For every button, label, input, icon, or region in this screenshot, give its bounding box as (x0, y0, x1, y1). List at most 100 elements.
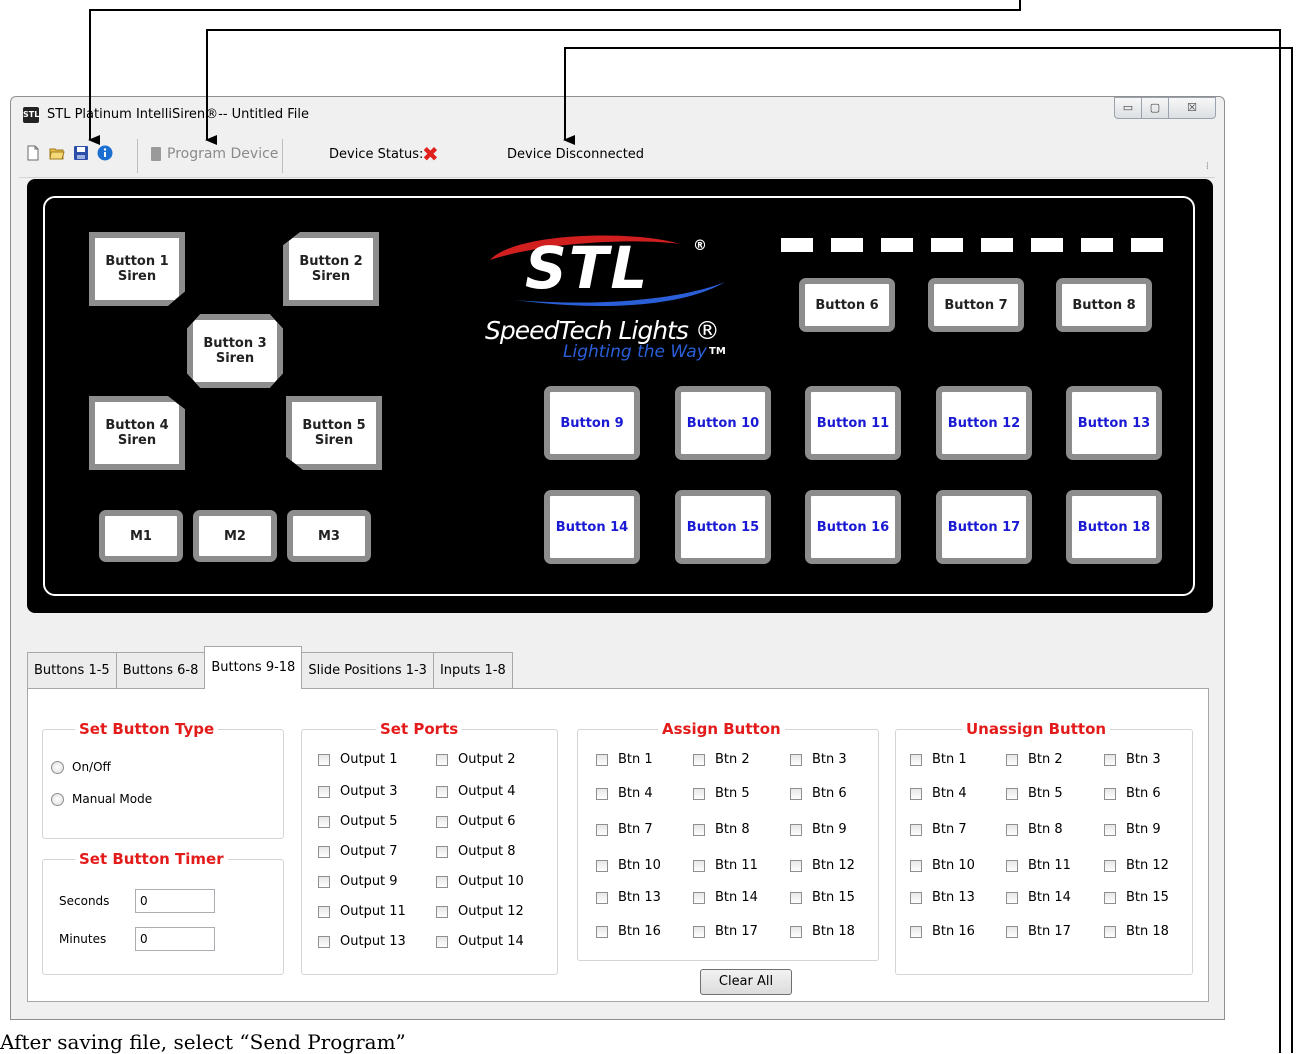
unassign-checkbox-item[interactable]: Btn 17 (1006, 924, 1071, 939)
assign-checkbox-item[interactable]: Btn 17 (693, 924, 758, 939)
device-button-12[interactable]: Button 12 (936, 386, 1032, 460)
unassign-checkbox-item[interactable]: Btn 15 (1104, 890, 1169, 905)
save-icon[interactable] (73, 145, 89, 161)
assign-checkbox-item[interactable]: Btn 18 (790, 924, 855, 939)
unassign-checkbox-item[interactable]: Btn 13 (910, 890, 975, 905)
unassign-checkbox-item[interactable]: Btn 5 (1006, 786, 1063, 801)
output-checkbox-item[interactable]: Output 11 (318, 904, 406, 919)
assign-checkbox-item[interactable]: Btn 3 (790, 752, 847, 767)
checkbox[interactable] (1104, 925, 1116, 938)
device-button-5[interactable]: Button 5 Siren (286, 396, 382, 470)
checkbox[interactable] (318, 785, 330, 798)
unassign-checkbox-item[interactable]: Btn 10 (910, 858, 975, 873)
checkbox[interactable] (1006, 753, 1018, 766)
assign-checkbox-item[interactable]: Btn 5 (693, 786, 750, 801)
unassign-checkbox-item[interactable]: Btn 16 (910, 924, 975, 939)
device-button-11[interactable]: Button 11 (805, 386, 901, 460)
checkbox[interactable] (693, 753, 705, 766)
info-icon[interactable] (97, 145, 113, 161)
output-checkbox-item[interactable]: Output 7 (318, 844, 398, 859)
checkbox[interactable] (910, 925, 922, 938)
unassign-checkbox-item[interactable]: Btn 14 (1006, 890, 1071, 905)
checkbox[interactable] (910, 891, 922, 904)
device-button-7[interactable]: Button 7 (928, 278, 1024, 332)
radio-on-off[interactable]: On/Off (51, 760, 111, 774)
unassign-checkbox-item[interactable]: Btn 8 (1006, 822, 1063, 837)
assign-checkbox-item[interactable]: Btn 11 (693, 858, 758, 873)
checkbox[interactable] (1104, 787, 1116, 800)
checkbox[interactable] (318, 753, 330, 766)
device-button-3[interactable]: Button 3 Siren (187, 314, 283, 388)
assign-checkbox-item[interactable]: Btn 2 (693, 752, 750, 767)
checkbox[interactable] (910, 753, 922, 766)
device-button-4[interactable]: Button 4 Siren (89, 396, 185, 470)
tab-buttons-1-5[interactable]: Buttons 1-5 (27, 652, 117, 689)
tab-slide-positions[interactable]: Slide Positions 1-3 (301, 652, 434, 689)
checkbox[interactable] (436, 905, 448, 918)
assign-checkbox-item[interactable]: Btn 10 (596, 858, 661, 873)
unassign-checkbox-item[interactable]: Btn 4 (910, 786, 967, 801)
output-checkbox-item[interactable]: Output 13 (318, 934, 406, 949)
checkbox[interactable] (910, 787, 922, 800)
unassign-checkbox-item[interactable]: Btn 12 (1104, 858, 1169, 873)
output-checkbox-item[interactable]: Output 8 (436, 844, 516, 859)
output-checkbox-item[interactable]: Output 14 (436, 934, 524, 949)
checkbox[interactable] (693, 823, 705, 836)
output-checkbox-item[interactable]: Output 5 (318, 814, 398, 829)
checkbox[interactable] (790, 925, 802, 938)
output-checkbox-item[interactable]: Output 2 (436, 752, 516, 767)
checkbox[interactable] (1006, 891, 1018, 904)
checkbox[interactable] (693, 787, 705, 800)
assign-checkbox-item[interactable]: Btn 12 (790, 858, 855, 873)
assign-checkbox-item[interactable]: Btn 13 (596, 890, 661, 905)
device-button-16[interactable]: Button 16 (805, 490, 901, 564)
assign-checkbox-item[interactable]: Btn 8 (693, 822, 750, 837)
checkbox[interactable] (318, 845, 330, 858)
output-checkbox-item[interactable]: Output 10 (436, 874, 524, 889)
device-button-14[interactable]: Button 14 (544, 490, 640, 564)
checkbox[interactable] (436, 875, 448, 888)
checkbox[interactable] (596, 859, 608, 872)
assign-checkbox-item[interactable]: Btn 16 (596, 924, 661, 939)
unassign-checkbox-item[interactable]: Btn 18 (1104, 924, 1169, 939)
checkbox[interactable] (436, 785, 448, 798)
unassign-checkbox-item[interactable]: Btn 9 (1104, 822, 1161, 837)
checkbox[interactable] (910, 823, 922, 836)
checkbox[interactable] (1006, 787, 1018, 800)
checkbox[interactable] (790, 823, 802, 836)
new-file-icon[interactable] (25, 145, 41, 161)
device-button-6[interactable]: Button 6 (799, 278, 895, 332)
checkbox[interactable] (790, 859, 802, 872)
clear-all-button[interactable]: Clear All (700, 969, 792, 995)
checkbox[interactable] (318, 815, 330, 828)
mode-button-m2[interactable]: M2 (193, 510, 277, 562)
checkbox[interactable] (910, 859, 922, 872)
device-button-1[interactable]: Button 1 Siren (89, 232, 185, 306)
maximize-button[interactable]: ▢ (1141, 97, 1169, 119)
checkbox[interactable] (436, 753, 448, 766)
output-checkbox-item[interactable]: Output 1 (318, 752, 398, 767)
output-checkbox-item[interactable]: Output 4 (436, 784, 516, 799)
tab-buttons-6-8[interactable]: Buttons 6-8 (115, 652, 206, 689)
radio-circle[interactable] (51, 792, 64, 806)
checkbox[interactable] (790, 891, 802, 904)
unassign-checkbox-item[interactable]: Btn 3 (1104, 752, 1161, 767)
assign-checkbox-item[interactable]: Btn 9 (790, 822, 847, 837)
checkbox[interactable] (596, 787, 608, 800)
device-button-10[interactable]: Button 10 (675, 386, 771, 460)
device-button-9[interactable]: Button 9 (544, 386, 640, 460)
minimize-button[interactable]: ▭ (1114, 97, 1142, 119)
device-button-13[interactable]: Button 13 (1066, 386, 1162, 460)
unassign-checkbox-item[interactable]: Btn 6 (1104, 786, 1161, 801)
device-button-17[interactable]: Button 17 (936, 490, 1032, 564)
close-button[interactable]: ☒ (1168, 97, 1216, 119)
checkbox[interactable] (790, 787, 802, 800)
radio-manual-mode[interactable]: Manual Mode (51, 792, 152, 806)
checkbox[interactable] (1006, 859, 1018, 872)
radio-circle[interactable] (51, 760, 64, 774)
program-device-button[interactable]: Program Device (151, 146, 278, 162)
assign-checkbox-item[interactable]: Btn 4 (596, 786, 653, 801)
open-folder-icon[interactable] (49, 145, 65, 161)
checkbox[interactable] (596, 891, 608, 904)
checkbox[interactable] (318, 875, 330, 888)
